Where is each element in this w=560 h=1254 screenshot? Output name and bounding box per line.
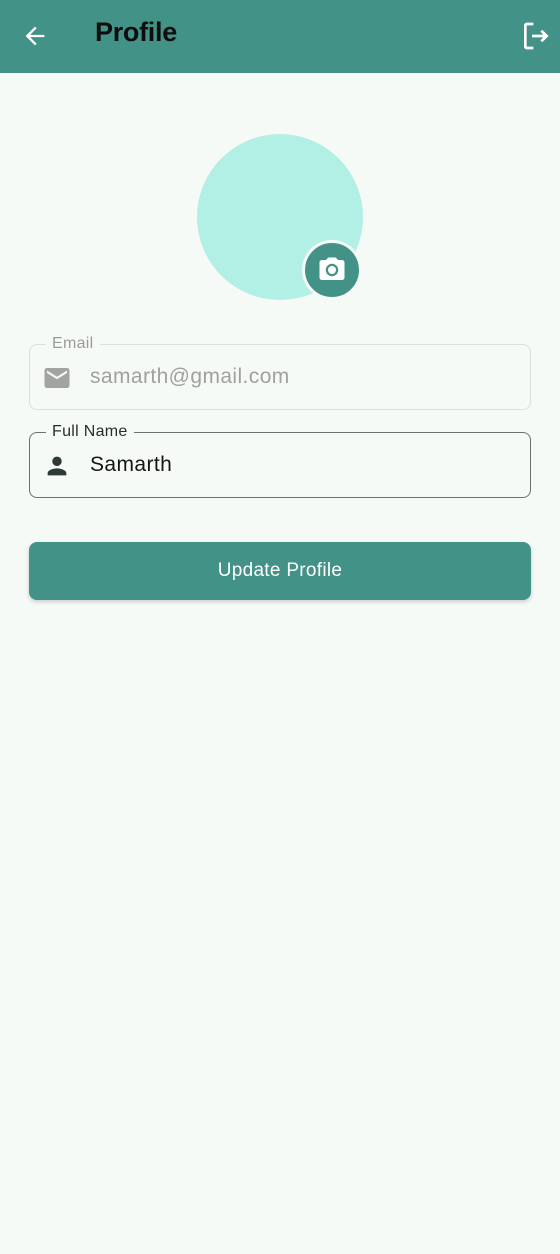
email-field: Email samarth@gmail.com bbox=[29, 335, 531, 410]
full-name-field[interactable]: Full Name Samarth bbox=[29, 423, 531, 498]
full-name-input[interactable]: Samarth bbox=[90, 433, 172, 497]
person-icon bbox=[42, 451, 72, 481]
app-bar: Profile bbox=[0, 0, 560, 73]
camera-icon bbox=[319, 257, 345, 280]
mail-icon bbox=[42, 363, 72, 393]
email-value: samarth@gmail.com bbox=[90, 365, 290, 388]
change-photo-button[interactable] bbox=[302, 240, 362, 300]
back-button[interactable] bbox=[14, 15, 56, 57]
arrow-left-icon bbox=[25, 26, 45, 46]
logout-icon bbox=[524, 22, 549, 50]
update-profile-label: Update Profile bbox=[217, 560, 343, 581]
page-title: Profile bbox=[95, 17, 177, 47]
update-profile-button[interactable]: Update Profile bbox=[29, 542, 531, 600]
logout-button[interactable] bbox=[514, 14, 558, 58]
